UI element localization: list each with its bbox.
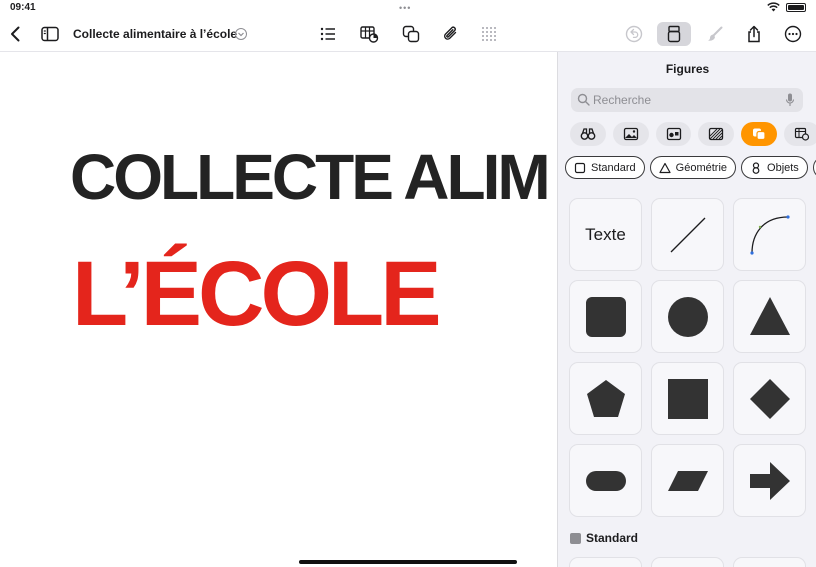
search-input[interactable] <box>593 91 783 109</box>
title-menu-button[interactable] <box>235 28 247 40</box>
sidebar-button[interactable] <box>36 20 64 48</box>
headline-line-2[interactable]: L’ÉCOLE <box>72 242 442 347</box>
back-chevron-icon <box>11 26 20 42</box>
category-shapes[interactable] <box>741 122 778 146</box>
triangle-icon <box>659 162 671 173</box>
insert-table-chart-button[interactable] <box>355 20 383 48</box>
texture-icon <box>709 127 724 141</box>
triangle-icon <box>749 296 790 335</box>
document-title[interactable]: Collecte alimentaire à l’école <box>73 27 237 41</box>
shape-pill[interactable] <box>569 444 642 517</box>
battery-icon <box>786 2 806 12</box>
table-chart-icon <box>794 127 810 141</box>
arrow-icon <box>749 461 790 500</box>
shape-tile-partial[interactable] <box>733 557 806 567</box>
panel-title: Figures <box>665 62 710 76</box>
shapes-icon <box>402 25 420 43</box>
list-icon <box>320 27 335 41</box>
line-icon <box>670 217 705 252</box>
grid-dots-icon <box>482 27 496 41</box>
attach-button[interactable] <box>437 20 465 48</box>
shape-triangle[interactable] <box>733 280 806 353</box>
subcategory-bar: Standard Géométrie Objets <box>565 156 816 180</box>
undo-button[interactable] <box>620 20 648 48</box>
paintbrush-button[interactable] <box>701 20 729 48</box>
section-header-standard: Standard <box>570 531 638 545</box>
undo-icon <box>625 25 643 43</box>
paintbrush-icon <box>708 26 723 41</box>
subcategory-label: Standard <box>591 161 636 174</box>
category-media[interactable] <box>655 122 692 146</box>
category-bar <box>570 122 816 146</box>
section-label: Standard <box>586 531 639 545</box>
shape-tile-partial[interactable] <box>651 557 724 567</box>
binoculars-icon <box>580 128 596 140</box>
chevron-down-icon <box>238 32 244 37</box>
list-button[interactable] <box>314 20 342 48</box>
curve-icon <box>749 214 790 255</box>
shape-rounded-square[interactable] <box>569 280 642 353</box>
more-icon <box>784 25 802 43</box>
share-icon <box>748 25 760 43</box>
toolbar: Collecte alimentaire à l’école <box>0 16 816 52</box>
shape-circle[interactable] <box>651 280 724 353</box>
section-square-icon <box>570 532 581 544</box>
status-bar: 09:41 ••• <box>0 0 816 16</box>
status-time: 09:41 <box>10 2 36 13</box>
shapes-panel: Figures Standard Géométr <box>557 52 816 567</box>
shape-square[interactable] <box>651 362 724 435</box>
sidebar-icon <box>41 26 59 42</box>
search-field[interactable] <box>571 88 803 112</box>
format-brush-icon <box>667 25 681 43</box>
shape-tile-partial[interactable] <box>569 557 642 567</box>
circle-icon <box>667 296 708 337</box>
more-button[interactable] <box>779 20 807 48</box>
paperclip-icon <box>444 26 457 40</box>
rounded-square-icon <box>585 296 626 337</box>
subcategory-label: Géométrie <box>675 161 728 174</box>
shape-diamond[interactable] <box>733 362 806 435</box>
diamond-icon <box>749 378 790 419</box>
shape-curve[interactable] <box>733 198 806 271</box>
microphone-icon[interactable] <box>785 93 795 107</box>
headline-line-1[interactable]: COLLECTE ALIM <box>70 140 551 214</box>
status-indicators <box>767 2 806 12</box>
shape-text-label: Texte <box>585 224 626 244</box>
objects-icon <box>752 161 760 174</box>
category-binoculars[interactable] <box>570 122 606 146</box>
table-chart-icon <box>360 26 379 43</box>
search-icon <box>577 93 590 106</box>
shape-text[interactable]: Texte <box>569 198 642 271</box>
back-button[interactable] <box>2 20 30 48</box>
parallelogram-icon <box>667 470 708 491</box>
square-icon <box>574 162 586 173</box>
subcategory-label: Objets <box>767 161 799 174</box>
wifi-icon <box>767 2 780 12</box>
format-button[interactable] <box>657 22 691 46</box>
image-icon <box>623 127 638 141</box>
subcategory-objects[interactable]: Objets <box>741 156 808 179</box>
pentagon-icon <box>586 379 625 417</box>
document-canvas[interactable]: COLLECTE ALIM L’ÉCOLE <box>0 52 557 567</box>
shape-pentagon[interactable] <box>569 362 642 435</box>
square-icon <box>667 378 708 419</box>
media-icon <box>666 127 681 141</box>
shapes-icon <box>753 128 766 141</box>
shape-parallelogram[interactable] <box>651 444 724 517</box>
share-button[interactable] <box>740 20 768 48</box>
shape-arrow[interactable] <box>733 444 806 517</box>
subcategory-standard[interactable]: Standard <box>565 156 645 179</box>
grid-button[interactable] <box>475 20 503 48</box>
home-indicator[interactable] <box>299 560 517 564</box>
pill-icon <box>585 470 626 491</box>
category-table[interactable] <box>784 122 816 146</box>
category-image[interactable] <box>612 122 649 146</box>
multitasking-dots-icon[interactable]: ••• <box>399 3 411 13</box>
subcategory-geometry[interactable]: Géométrie <box>649 156 737 179</box>
shape-line[interactable] <box>651 198 724 271</box>
insert-shape-button[interactable] <box>397 20 425 48</box>
category-texture[interactable] <box>698 122 735 146</box>
